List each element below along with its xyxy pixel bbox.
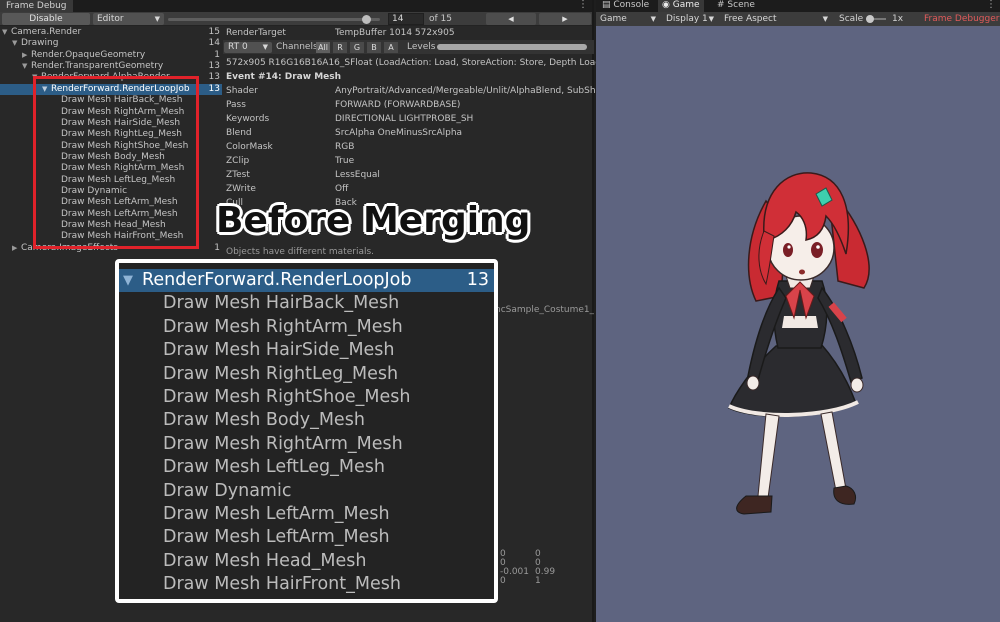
rt-dropdown[interactable]: RT 0 ▼ <box>224 42 272 53</box>
tree-item-drawing[interactable]: ▼ Drawing 14 <box>0 38 222 49</box>
gamepad-icon: ◉ <box>662 0 670 10</box>
zoom-row-draw-event: Draw Mesh RightArm_Mesh <box>163 316 403 337</box>
highlight-box <box>33 76 199 249</box>
zoom-row-draw-event: Draw Mesh HairFront_Mesh <box>163 574 401 595</box>
aspect-value: Free Aspect <box>724 14 777 24</box>
property-row-zwrite: ZWrite Off <box>226 184 349 194</box>
zoom-row-draw-event: Draw Mesh LeftLeg_Mesh <box>163 457 385 478</box>
property-row-pass: Pass FORWARD (FORWARDBASE) <box>226 100 461 110</box>
chevron-down-icon: ▼ <box>650 15 656 23</box>
levels-label: Levels <box>407 42 436 52</box>
batch-break-note: Objects have different materials. <box>226 247 375 257</box>
tree-item-opaque-geometry[interactable]: ▶ Render.OpaqueGeometry 1 <box>0 50 222 61</box>
rt-dropdown-value: RT 0 <box>228 42 248 52</box>
tab-console[interactable]: ▤ Console <box>598 0 653 12</box>
target-dropdown-value: Editor <box>97 14 124 24</box>
zoom-row-draw-event: Draw Mesh Head_Mesh <box>163 550 367 571</box>
zoom-row-draw-event: Draw Dynamic <box>163 480 292 501</box>
frame-debug-tabbar: Frame Debug ⋮ <box>0 0 592 12</box>
material-name-fragment: ncSample_Costume1_0 <box>495 305 594 315</box>
tree-item-camera-render[interactable]: ▼ Camera.Render 15 <box>0 27 222 38</box>
render-target-value: TempBuffer 1014 572x905 <box>335 28 455 38</box>
channel-g-button[interactable]: G <box>350 42 364 53</box>
zoom-row-draw-event: Draw Mesh RightLeg_Mesh <box>163 363 399 384</box>
tab-game[interactable]: ◉ Game <box>658 0 704 12</box>
next-event-button[interactable]: ▶ <box>539 13 591 25</box>
before-merging-caption: Before Merging <box>216 200 531 241</box>
channel-r-button[interactable]: R <box>333 42 347 53</box>
view-mode-value: Game <box>600 14 627 24</box>
kebab-menu-icon[interactable]: ⋮ <box>578 0 588 10</box>
event-index-field[interactable]: 14 <box>388 13 424 25</box>
property-row-zclip: ZClip True <box>226 156 355 166</box>
channel-b-button[interactable]: B <box>367 42 381 53</box>
format-line: 572x905 R16G16B16A16_SFloat (LoadAction:… <box>226 58 641 68</box>
next-arrow-icon: ▶ <box>562 15 568 23</box>
game-view-window: ▤ Console ◉ Game # Scene ⋮ Game ▼ Displa… <box>596 0 1000 622</box>
zoom-row-render-loop-job: ▼ RenderForward.RenderLoopJob 13 <box>119 269 494 293</box>
kebab-menu-icon[interactable]: ⋮ <box>986 0 996 10</box>
view-mode-dropdown[interactable]: Game ▼ <box>596 13 660 25</box>
expand-triangle-icon[interactable]: ▼ <box>2 27 11 38</box>
console-icon: ▤ <box>602 0 611 10</box>
collapse-triangle-icon[interactable]: ▶ <box>12 243 21 254</box>
chevron-down-icon: ▼ <box>708 15 714 23</box>
frame-debug-toolbar: Disable Editor ▼ 14 of 15 ◀ ▶ <box>0 12 592 26</box>
event-slider-handle[interactable] <box>362 15 371 24</box>
chevron-down-icon: ▼ <box>154 15 160 23</box>
channel-a-button[interactable]: A <box>384 42 398 53</box>
display-dropdown[interactable]: Display 1 ▼ <box>662 13 718 25</box>
disable-button[interactable]: Disable <box>2 13 90 25</box>
property-row-colormask: ColorMask RGB <box>226 142 355 152</box>
scale-slider-handle[interactable] <box>866 15 874 23</box>
chevron-down-icon: ▼ <box>262 43 268 51</box>
previous-event-button[interactable]: ◀ <box>486 13 536 25</box>
scale-value: 1x <box>892 14 904 24</box>
aspect-dropdown[interactable]: Free Aspect ▼ <box>720 13 832 25</box>
render-target-label: RenderTarget <box>226 28 286 38</box>
channels-label: Channels <box>276 42 318 52</box>
chevron-down-icon: ▼ <box>822 15 828 23</box>
levels-range-slider[interactable] <box>437 44 587 50</box>
property-row-blend: Blend SrcAlpha OneMinusSrcAlpha <box>226 128 463 138</box>
tree-item-transparent-geometry[interactable]: ▼ Render.TransparentGeometry 13 <box>0 61 222 72</box>
expand-triangle-icon[interactable]: ▼ <box>22 61 31 72</box>
zoom-row-draw-event: Draw Mesh HairBack_Mesh <box>163 293 400 314</box>
event-slider-track[interactable] <box>168 18 380 21</box>
property-row-ztest: ZTest LessEqual <box>226 170 380 180</box>
target-dropdown[interactable]: Editor ▼ <box>93 13 164 25</box>
expand-triangle-icon: ▼ <box>123 273 133 288</box>
expand-triangle-icon[interactable]: ▼ <box>12 38 21 49</box>
collapse-triangle-icon[interactable]: ▶ <box>22 50 31 61</box>
zoomed-event-list: ▼ RenderForward.RenderLoopJob 13 Draw Me… <box>115 259 498 603</box>
channel-all-button[interactable]: All <box>316 42 330 53</box>
property-row-shader: Shader AnyPortrait/Advanced/Mergeable/Unl… <box>226 86 627 96</box>
game-view-tabbar: ▤ Console ◉ Game # Scene ⋮ <box>596 0 1000 12</box>
zoom-row-draw-event: Draw Mesh Body_Mesh <box>163 410 365 431</box>
zoom-row-draw-event: Draw Mesh RightShoe_Mesh <box>163 387 411 407</box>
tab-frame-debug[interactable]: Frame Debug <box>0 0 73 12</box>
property-row-keywords: Keywords DIRECTIONAL LIGHTPROBE_SH <box>226 114 474 124</box>
tab-scene[interactable]: # Scene <box>713 0 759 12</box>
zoom-row-draw-event: Draw Mesh LeftArm_Mesh <box>163 527 390 548</box>
game-viewport[interactable] <box>596 26 1000 622</box>
zoom-row-draw-event: Draw Mesh LeftArm_Mesh <box>163 504 390 524</box>
anime-character-illustration <box>728 172 870 515</box>
zoom-row-draw-event: Draw Mesh HairSide_Mesh <box>163 340 395 361</box>
render-target-row: RenderTarget TempBuffer 1014 572x905 <box>223 26 594 40</box>
display-value: Display 1 <box>666 14 708 24</box>
zoom-row-draw-event: Draw Mesh RightArm_Mesh <box>163 433 403 454</box>
previous-arrow-icon: ◀ <box>508 15 514 23</box>
scale-label: Scale <box>839 14 864 24</box>
event-total-label: of 15 <box>429 14 452 24</box>
event-title: Event #14: Draw Mesh <box>226 72 342 82</box>
scene-grid-icon: # <box>717 0 725 10</box>
render-target-controls: RT 0 ▼ Channels All R G B A Levels <box>223 40 594 54</box>
game-view-toolbar: Game ▼ Display 1 ▼ Free Aspect ▼ Scale 1… <box>596 12 1000 36</box>
